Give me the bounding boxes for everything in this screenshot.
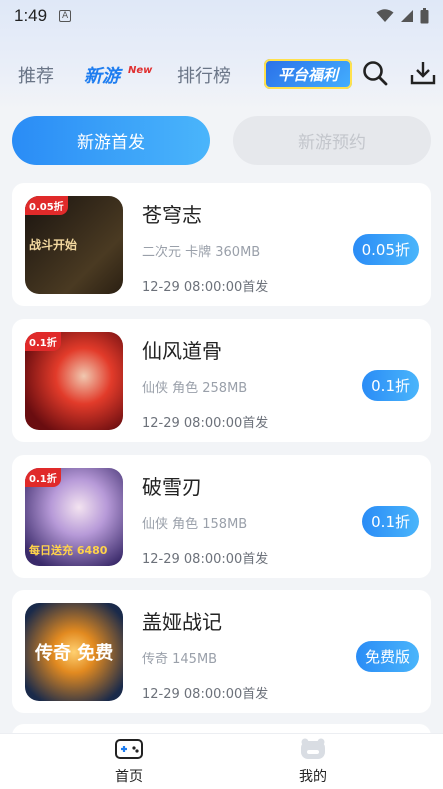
game-card[interactable]: 0.1折 每日送充 6480 破雪刃 仙侠 角色 158MB 12-29 08:… (12, 455, 431, 578)
tab-new-games[interactable]: 新游 (84, 62, 120, 88)
download-button[interactable] (408, 58, 438, 88)
download-icon (410, 62, 436, 85)
game-title: 破雪刃 (142, 475, 202, 499)
battery-icon (420, 8, 429, 24)
game-thumbnail: 传奇 免费 (25, 603, 123, 701)
game-release-date: 12-29 08:00:00首发 (142, 416, 269, 431)
thumb-text: 战斗开始 (29, 238, 78, 252)
discount-badge[interactable]: 免费版 (355, 641, 419, 672)
bottom-tab-bar: 首页 我的 (0, 733, 443, 789)
notification-icon: A (59, 10, 72, 22)
tab-home-label: 首页 (115, 769, 143, 785)
game-thumbnail: 0.05折 战斗开始 (25, 196, 123, 294)
profile-icon (301, 738, 325, 759)
game-card[interactable]: 0.05折 战斗开始 苍穹志 二次元 卡牌 360MB 12-29 08:00:… (12, 183, 431, 306)
new-badge: New (128, 65, 153, 76)
status-bar: 1:49 A (0, 0, 443, 32)
tab-mine-label: 我的 (299, 769, 327, 785)
game-release-date: 12-29 08:00:00首发 (142, 552, 269, 567)
segment-new-release[interactable]: 新游首发 (12, 116, 210, 165)
top-nav: 推荐 新游 New 排行榜 平台福利 (0, 52, 443, 96)
game-meta: 传奇 145MB (142, 652, 218, 667)
status-time: 1:49 (14, 6, 48, 25)
game-title: 仙风道骨 (142, 339, 222, 363)
discount-badge[interactable]: 0.1折 (362, 506, 419, 537)
tab-home[interactable]: 首页 (69, 738, 189, 786)
game-title: 盖娅战记 (142, 610, 222, 634)
thumb-discount-tag: 0.05折 (25, 196, 68, 215)
segment-new-reservation[interactable]: 新游预约 (233, 116, 431, 165)
game-meta: 二次元 卡牌 360MB (142, 245, 261, 260)
discount-badge[interactable]: 0.05折 (352, 234, 419, 265)
thumb-text: 每日送充 6480 (29, 544, 108, 557)
thumb-text: 传奇 免费 (35, 643, 114, 664)
discount-badge[interactable]: 0.1折 (362, 370, 419, 401)
game-card[interactable]: 传奇 免费 盖娅战记 传奇 145MB 12-29 08:00:00首发 免费版 (12, 590, 431, 713)
search-button[interactable] (360, 58, 390, 88)
welfare-label: 平台福利 (277, 65, 338, 84)
game-release-date: 12-29 08:00:00首发 (142, 687, 269, 702)
game-release-date: 12-29 08:00:00首发 (142, 280, 269, 295)
gamepad-icon (115, 739, 143, 759)
game-thumbnail: 0.1折 每日送充 6480 (25, 468, 123, 566)
game-thumbnail: 0.1折 (25, 332, 123, 430)
tab-recommend[interactable]: 推荐 (18, 62, 54, 88)
tab-mine[interactable]: 我的 (253, 738, 373, 786)
thumb-discount-tag: 0.1折 (25, 332, 61, 351)
search-icon (363, 61, 388, 86)
game-card[interactable]: 0.1折 仙风道骨 仙侠 角色 258MB 12-29 08:00:00首发 0… (12, 319, 431, 442)
game-meta: 仙侠 角色 258MB (142, 381, 248, 396)
game-title: 苍穹志 (142, 203, 202, 227)
game-meta: 仙侠 角色 158MB (142, 517, 248, 532)
platform-welfare-button[interactable]: 平台福利 (264, 59, 352, 89)
wifi-icon (376, 9, 394, 22)
signal-icon (401, 10, 413, 22)
thumb-discount-tag: 0.1折 (25, 468, 61, 487)
tab-ranking[interactable]: 排行榜 (177, 62, 231, 88)
